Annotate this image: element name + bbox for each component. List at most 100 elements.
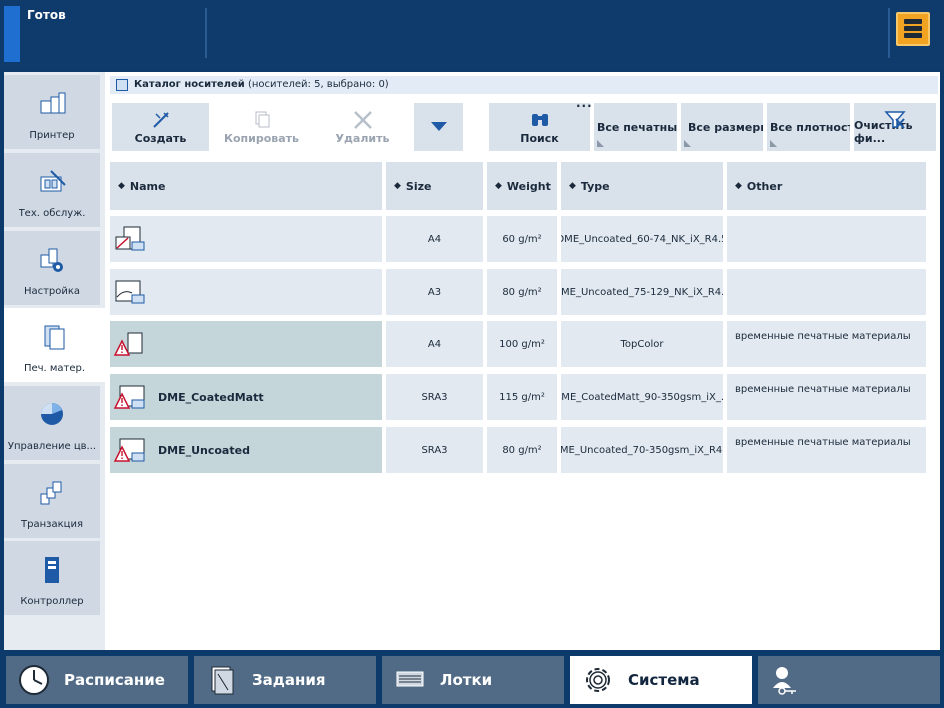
sidebar-item-transaction[interactable]: Транзакция [4, 464, 100, 538]
sidebar-item-label: Транзакция [21, 519, 83, 530]
filter-label: Все печатны... [597, 120, 677, 134]
bottom-navigation: Расписание Задания Лотки Система [0, 652, 944, 708]
dropdown-corner-icon [597, 140, 604, 147]
copy-label: Копировать [223, 132, 299, 145]
catalog-header: Каталог носителей (носителей: 5, выбрано… [110, 76, 938, 94]
nav-label: Задания [252, 671, 326, 689]
sidebar-item-label: Принтер [29, 130, 75, 141]
sidebar-item-label: Печ. матер. [23, 363, 86, 374]
sort-icon: ◆ [735, 181, 742, 191]
nav-label: Расписание [64, 671, 165, 689]
media-icon [44, 325, 64, 350]
chevron-down-icon [431, 122, 447, 131]
sidebar-item-label: Тех. обслуж. [18, 208, 86, 219]
dropdown-corner-icon [684, 140, 691, 147]
divider [888, 8, 890, 58]
search-label: Поиск [520, 132, 559, 145]
table-cell-weight: 115 g/m² [487, 374, 557, 420]
nav-system[interactable]: Система [570, 656, 752, 704]
top-status-bar: Готов [0, 0, 944, 70]
column-header-label: Size [405, 179, 432, 193]
sort-icon: ◆ [569, 181, 576, 191]
table-cell-weight: 80 g/m² [487, 269, 557, 315]
column-header-other[interactable]: ◆ Other [727, 162, 926, 210]
user-key-icon [773, 667, 796, 695]
catalog-icon [116, 79, 128, 91]
create-button[interactable]: Создать [112, 103, 209, 151]
sidebar-item-settings[interactable]: Настройка [4, 231, 100, 305]
sidebar-item-controller[interactable]: Контроллер [4, 541, 100, 615]
column-header-label: Name [129, 179, 166, 193]
weight-filter[interactable]: Все плотности [767, 103, 850, 151]
nav-schedule[interactable]: Расписание [6, 656, 188, 704]
table-cell-weight: 100 g/m² [487, 321, 557, 367]
maintenance-icon [40, 170, 66, 192]
clear-filters-button[interactable]: Очистить фи... [854, 103, 936, 151]
menu-line [904, 26, 922, 31]
copy-button[interactable]: Копировать [213, 103, 310, 151]
sort-icon: ◆ [495, 181, 502, 191]
nav-jobs[interactable]: Задания [194, 656, 376, 704]
delete-button[interactable]: Удалить [314, 103, 411, 151]
column-header-weight[interactable]: ◆ Weight [487, 162, 557, 210]
table-cell-weight: 60 g/m² [487, 216, 557, 262]
color-management-icon [41, 403, 63, 425]
table-cell-other [727, 269, 926, 315]
table-row-name-cell[interactable] [110, 321, 382, 367]
sidebar-item-label: Контроллер [20, 596, 84, 607]
nav-label: Лотки [440, 671, 493, 689]
sidebar-item-maintenance[interactable]: Тех. обслуж. [4, 153, 100, 227]
catalog-summary: (носителей: 5, выбрано: 0) [247, 79, 389, 90]
table-cell-other: временные печатные материалы [727, 374, 926, 420]
table-row-name-cell[interactable]: DME_CoatedMatt [110, 374, 382, 420]
binoculars-icon [531, 114, 548, 126]
search-button[interactable]: Поиск [489, 103, 590, 151]
menu-button[interactable] [896, 12, 930, 46]
table-cell-other: временные печатные материалы [727, 427, 926, 473]
dropdown-button[interactable] [414, 103, 463, 151]
dropdown-corner-icon [770, 140, 777, 147]
nav-trays[interactable]: Лотки [382, 656, 564, 704]
clock-icon [19, 665, 49, 695]
media-warning-icon [114, 385, 145, 409]
media-name: DME_Uncoated [158, 443, 250, 457]
tray-icon [396, 671, 424, 687]
sort-icon: ◆ [394, 181, 401, 191]
table-row-name-cell[interactable] [110, 216, 382, 262]
sidebar-item-media[interactable]: Печ. матер. [4, 308, 105, 382]
table-cell-size: A4 [386, 321, 483, 367]
table-cell-type: DME_CoatedMatt_90-350gsm_iX_... [561, 374, 723, 420]
media-a4-icon [115, 226, 145, 251]
column-header-label: Type [580, 179, 610, 193]
media-type-filter[interactable]: Все печатны... [594, 103, 677, 151]
column-header-label: Other [746, 179, 783, 193]
column-header-type[interactable]: ◆ Type [561, 162, 723, 210]
nav-user[interactable] [758, 656, 940, 704]
size-filter[interactable]: Все размеры [681, 103, 763, 151]
create-label: Создать [134, 132, 187, 145]
column-header-name[interactable]: ◆ Name [110, 162, 382, 210]
table-cell-size: A3 [386, 269, 483, 315]
sort-icon: ◆ [118, 181, 125, 191]
table-cell-type: DME_Uncoated_75-129_NK_iX_R4.5 [561, 269, 723, 315]
menu-line [904, 19, 922, 24]
sidebar-item-label: Управление цв... [7, 441, 97, 452]
filter-label: Все плотности [770, 120, 850, 134]
gear-icon [586, 668, 610, 692]
media-warning-icon [114, 438, 145, 462]
more-options-icon[interactable]: ... [576, 96, 593, 110]
table-row-name-cell[interactable]: DME_Uncoated [110, 427, 382, 473]
status-text: Готов [27, 8, 66, 22]
column-header-size[interactable]: ◆ Size [386, 162, 483, 210]
table-cell-type: DME_Uncoated_70-350gsm_iX_R4... [561, 427, 723, 473]
delete-label: Удалить [335, 132, 390, 145]
transaction-icon [40, 481, 62, 505]
table-cell-size: SRA3 [386, 427, 483, 473]
table-row-name-cell[interactable] [110, 269, 382, 315]
table-cell-other: временные печатные материалы [727, 321, 926, 367]
nav-label: Система [628, 671, 700, 689]
media-name: DME_CoatedMatt [158, 390, 264, 404]
table-cell-weight: 80 g/m² [487, 427, 557, 473]
sidebar-item-color-management[interactable]: Управление цв... [4, 386, 100, 460]
sidebar-item-printer[interactable]: Принтер [4, 75, 100, 149]
